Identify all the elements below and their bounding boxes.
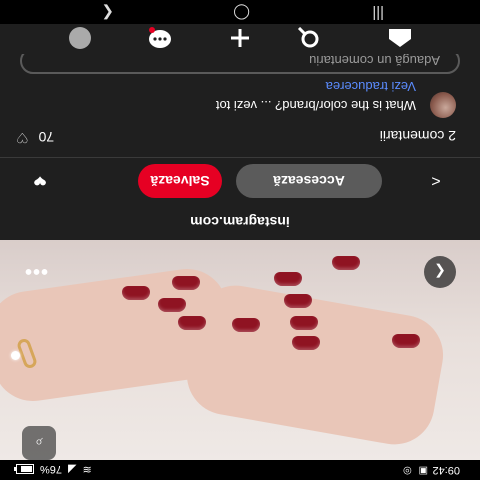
likes[interactable]: 70 ♡ — [16, 129, 55, 147]
nail — [392, 334, 420, 348]
nail — [290, 316, 318, 330]
back-icon[interactable]: ❮ — [101, 4, 114, 22]
bottom-nav — [0, 24, 480, 54]
ring-gem — [11, 351, 20, 360]
add-comment-placeholder: Adaugă un comentariu — [309, 53, 440, 69]
status-time: 09:42 — [432, 464, 460, 476]
plus-icon — [231, 29, 249, 47]
divider — [0, 157, 480, 158]
nail — [332, 256, 360, 270]
nail — [232, 318, 260, 332]
nail — [178, 316, 206, 330]
nav-profile[interactable] — [64, 26, 96, 50]
comments-count: 2 comentarii — [379, 128, 456, 144]
pin-closeup-screen: 09:42 ▣ ◎ ≋ ◢ 76% ❮ ••• ⌕ instagram.com … — [0, 0, 480, 480]
translate-link[interactable]: Vezi traducerea — [326, 79, 416, 94]
home-icon — [389, 29, 411, 47]
hand-right — [180, 279, 450, 451]
nail — [274, 272, 302, 286]
system-nav-bar: ||| ◯ ❮ — [0, 0, 480, 24]
pin-image[interactable]: ❮ ••• ⌕ — [0, 240, 480, 460]
action-row: < Accesează Salvează ❤ — [0, 162, 480, 198]
home-circle-icon[interactable]: ◯ — [233, 4, 250, 22]
battery-percent: 76% — [40, 463, 63, 476]
react-button[interactable]: ❤ — [24, 164, 56, 196]
share-button[interactable]: < — [420, 164, 452, 196]
signal-icon: ◢ — [68, 463, 77, 475]
visit-button[interactable]: Accesează — [236, 164, 382, 198]
status-bar: 09:42 ▣ ◎ ≋ ◢ 76% — [0, 460, 480, 480]
nail — [158, 298, 186, 312]
pin-source-link[interactable]: instagram.com — [0, 214, 480, 230]
heart-icon: ❤ — [33, 171, 47, 188]
nail — [122, 286, 150, 300]
profile-avatar-icon — [69, 27, 91, 49]
chevron-right-icon: ❮ — [434, 264, 446, 281]
share-icon: < — [431, 172, 441, 189]
save-button[interactable]: Salvează — [138, 164, 222, 198]
avatar[interactable] — [430, 92, 456, 118]
comment-text[interactable]: What is the color/brand? ... vezi tot — [216, 98, 416, 113]
more-icon[interactable]: ••• — [24, 259, 48, 282]
likes-count: 70 — [38, 129, 55, 146]
nav-search[interactable] — [292, 26, 324, 50]
lens-icon: ⌕ — [35, 435, 43, 452]
recents-icon[interactable]: ||| — [372, 5, 384, 22]
nav-home[interactable] — [384, 26, 416, 50]
chat-icon — [149, 27, 171, 48]
status-right: ≋ ◢ 76% — [16, 463, 92, 476]
expand-button[interactable]: ❮ — [424, 256, 456, 288]
wifi-icon: ≋ — [82, 463, 92, 475]
battery-icon — [16, 464, 34, 475]
nail — [172, 276, 200, 290]
heart-outline-icon: ♡ — [16, 130, 29, 146]
nail — [284, 294, 312, 308]
lens-button[interactable]: ⌕ — [22, 426, 56, 460]
nav-messages[interactable] — [144, 26, 176, 50]
search-icon — [297, 27, 319, 48]
nail — [292, 336, 320, 350]
status-notification-icons: ▣ ◎ — [401, 465, 428, 476]
nav-create[interactable] — [224, 26, 256, 50]
battery-fill — [21, 466, 32, 473]
comments-header: 2 comentarii 70 ♡ — [16, 124, 456, 148]
